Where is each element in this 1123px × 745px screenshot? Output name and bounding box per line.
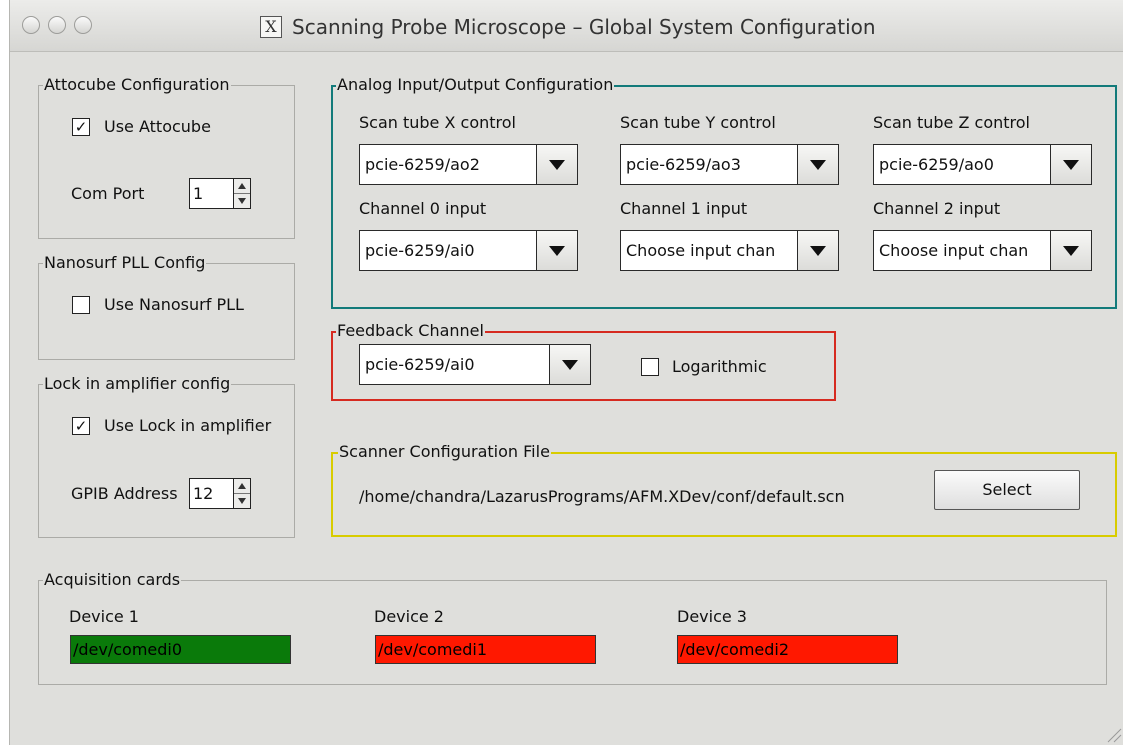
scan-tube-z-dropdown-button[interactable]	[1050, 144, 1092, 185]
analog-io-group: Analog Input/Output Configuration Scan t…	[331, 75, 1117, 309]
channel-1-dropdown-button[interactable]	[797, 230, 839, 271]
scan-tube-z-select[interactable]: pcie-6259/ao0	[873, 144, 1092, 185]
com-port-stepper[interactable]	[233, 178, 251, 209]
channel-1-select[interactable]: Choose input chan	[620, 230, 839, 271]
scan-tube-x-label: Scan tube X control	[359, 113, 516, 132]
chevron-down-icon	[810, 159, 826, 170]
scan-tube-y-value[interactable]: pcie-6259/ao3	[620, 144, 797, 185]
x11-app-icon: X	[260, 16, 282, 38]
resize-grip-icon[interactable]	[1106, 727, 1122, 743]
device-1-label: Device 1	[69, 607, 139, 626]
channel-1-value[interactable]: Choose input chan	[620, 230, 797, 271]
arrow-down-icon	[238, 498, 246, 504]
arrow-up-icon	[238, 183, 246, 189]
gpib-address-label: GPIB Address	[71, 484, 178, 503]
chevron-down-icon	[549, 159, 565, 170]
gpib-address-increment[interactable]	[234, 479, 250, 494]
channel-0-select[interactable]: pcie-6259/ai0	[359, 230, 578, 271]
channel-0-value[interactable]: pcie-6259/ai0	[359, 230, 536, 271]
scan-tube-y-select[interactable]: pcie-6259/ao3	[620, 144, 839, 185]
chevron-down-icon	[810, 245, 826, 256]
gpib-address-input[interactable]: 12	[189, 478, 233, 509]
com-port-label: Com Port	[71, 184, 145, 203]
feedback-channel-select[interactable]: pcie-6259/ai0	[359, 344, 591, 385]
use-lockin-label: Use Lock in amplifier	[104, 416, 272, 435]
acquisition-cards-legend: Acquisition cards	[43, 570, 182, 590]
arrow-down-icon	[238, 198, 246, 204]
device-2-field[interactable]: /dev/comedi1	[375, 635, 596, 664]
channel-2-dropdown-button[interactable]	[1050, 230, 1092, 271]
chevron-down-icon	[549, 245, 565, 256]
gpib-address-stepper[interactable]	[233, 478, 251, 509]
feedback-channel-legend: Feedback Channel	[336, 321, 485, 341]
channel-2-value[interactable]: Choose input chan	[873, 230, 1050, 271]
window-title-area: X Scanning Probe Microscope – Global Sys…	[260, 14, 876, 40]
chevron-down-icon	[1063, 159, 1079, 170]
use-nanosurf-pll-checkbox[interactable]	[72, 296, 90, 314]
channel-2-select[interactable]: Choose input chan	[873, 230, 1092, 271]
com-port-input[interactable]: 1	[189, 178, 233, 209]
title-bar[interactable]: X Scanning Probe Microscope – Global Sys…	[10, 0, 1123, 52]
device-2-label: Device 2	[374, 607, 444, 626]
nanosurf-pll-group: Nanosurf PLL Config Use Nanosurf PLL	[38, 253, 295, 360]
scanner-config-legend: Scanner Configuration File	[338, 442, 551, 462]
arrow-up-icon	[238, 483, 246, 489]
scanner-config-path: /home/chandra/LazarusPrograms/AFM.XDev/c…	[359, 487, 845, 506]
window-title: Scanning Probe Microscope – Global Syste…	[292, 15, 876, 39]
chevron-down-icon	[1063, 245, 1079, 256]
use-nanosurf-pll-label: Use Nanosurf PLL	[104, 295, 244, 314]
acquisition-cards-group: Acquisition cards Device 1 /dev/comedi0 …	[38, 570, 1107, 685]
logarithmic-label: Logarithmic	[672, 357, 767, 376]
scan-tube-x-select[interactable]: pcie-6259/ao2	[359, 144, 578, 185]
feedback-channel-value[interactable]: pcie-6259/ai0	[359, 344, 549, 385]
analog-io-legend: Analog Input/Output Configuration	[336, 75, 615, 95]
select-file-button[interactable]: Select	[934, 470, 1080, 510]
use-attocube-label: Use Attocube	[104, 117, 211, 136]
com-port-spinner[interactable]: 1	[189, 178, 251, 209]
com-port-increment[interactable]	[234, 179, 250, 194]
scan-tube-x-dropdown-button[interactable]	[536, 144, 578, 185]
scan-tube-y-dropdown-button[interactable]	[797, 144, 839, 185]
gpib-address-decrement[interactable]	[234, 494, 250, 508]
feedback-channel-group: Feedback Channel pcie-6259/ai0 Logarithm…	[331, 321, 836, 401]
scan-tube-x-value[interactable]: pcie-6259/ao2	[359, 144, 536, 185]
use-lockin-checkbox[interactable]: ✓	[72, 417, 90, 435]
device-1-field[interactable]: /dev/comedi0	[70, 635, 291, 664]
gpib-address-spinner[interactable]: 12	[189, 478, 251, 509]
configuration-window: X Scanning Probe Microscope – Global Sys…	[9, 0, 1123, 745]
logarithmic-checkbox[interactable]	[641, 358, 659, 376]
com-port-decrement[interactable]	[234, 194, 250, 208]
use-attocube-checkbox[interactable]: ✓	[72, 118, 90, 136]
scan-tube-y-label: Scan tube Y control	[620, 113, 776, 132]
channel-0-dropdown-button[interactable]	[536, 230, 578, 271]
attocube-config-group: Attocube Configuration ✓ Use Attocube Co…	[38, 75, 295, 239]
lockin-config-legend: Lock in amplifier config	[43, 374, 232, 394]
minimize-window-button[interactable]	[48, 16, 66, 34]
lockin-config-group: Lock in amplifier config ✓ Use Lock in a…	[38, 374, 295, 538]
zoom-window-button[interactable]	[74, 16, 92, 34]
scan-tube-z-value[interactable]: pcie-6259/ao0	[873, 144, 1050, 185]
channel-0-label: Channel 0 input	[359, 199, 487, 218]
chevron-down-icon	[562, 359, 578, 370]
nanosurf-pll-legend: Nanosurf PLL Config	[43, 253, 207, 273]
device-3-field[interactable]: /dev/comedi2	[677, 635, 898, 664]
attocube-config-legend: Attocube Configuration	[43, 75, 231, 95]
channel-2-label: Channel 2 input	[873, 199, 1001, 218]
channel-1-label: Channel 1 input	[620, 199, 748, 218]
feedback-channel-dropdown-button[interactable]	[549, 344, 591, 385]
device-3-label: Device 3	[677, 607, 747, 626]
scan-tube-z-label: Scan tube Z control	[873, 113, 1030, 132]
close-window-button[interactable]	[22, 16, 40, 34]
